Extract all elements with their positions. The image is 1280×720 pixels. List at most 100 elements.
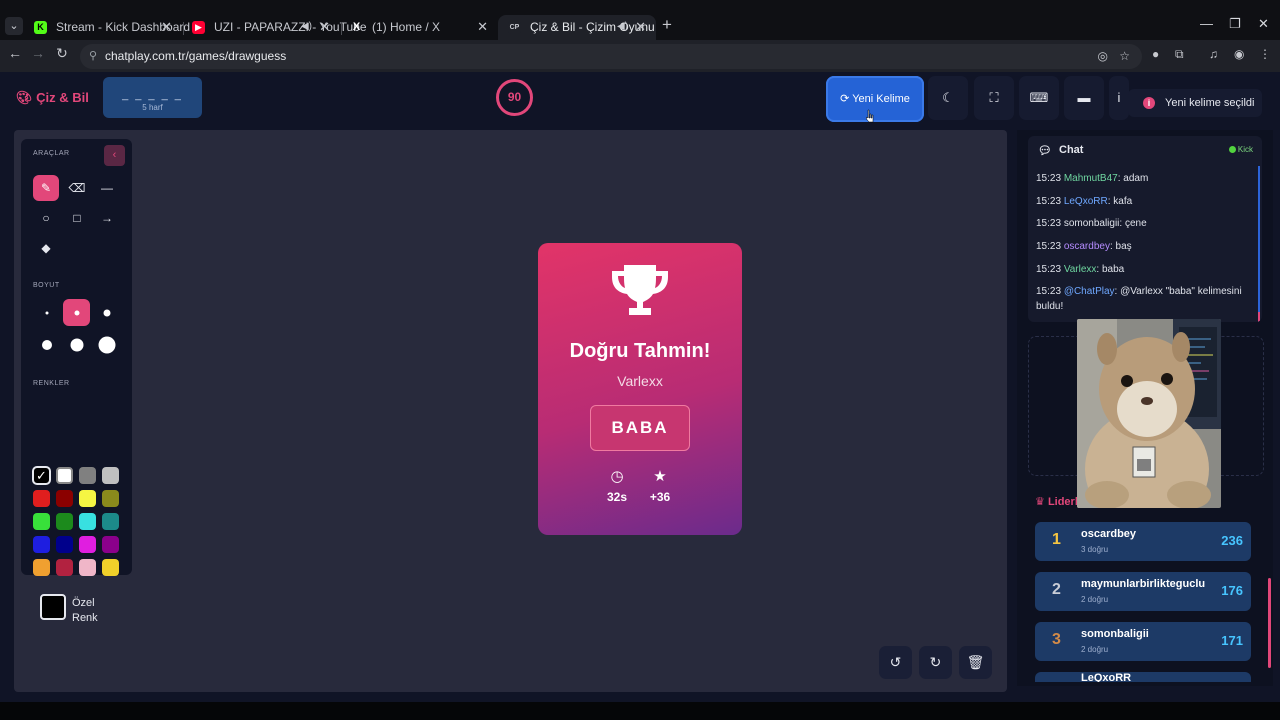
color-swatch[interactable] (33, 559, 50, 576)
profile-icon[interactable]: ◉ (1234, 47, 1244, 61)
tab-search-button[interactable]: ⌄ (5, 17, 23, 35)
points-stat: ★ +36 (640, 467, 680, 504)
size-option-6[interactable] (93, 331, 120, 358)
message-user[interactable]: LeQxoRR (1064, 196, 1108, 207)
line-tool[interactable]: — (94, 175, 120, 201)
color-swatch[interactable] (79, 490, 96, 507)
leader-correct-count: 2 doğru (1081, 595, 1109, 604)
trophy-icon (612, 265, 668, 315)
color-swatch[interactable] (79, 536, 96, 553)
tab-x[interactable]: X (1) Home / X ✕ (340, 15, 498, 40)
size-option-5[interactable] (63, 331, 90, 358)
message-user[interactable]: somonbaligii (1064, 218, 1120, 229)
color-swatch[interactable]: ✓ (32, 466, 51, 485)
eye-off-icon[interactable]: ◎ (1098, 49, 1108, 63)
audio-icon[interactable]: ◀) (301, 15, 312, 39)
window-close-button[interactable]: ✕ (1258, 16, 1269, 32)
message-user[interactable]: @ChatPlay (1064, 286, 1115, 297)
color-swatch[interactable] (102, 513, 119, 530)
expand-icon: ⛶ (989, 90, 999, 105)
message-text: : adam (1117, 173, 1149, 184)
tab-kick[interactable]: K Stream - Kick Dashboard ✕ (24, 15, 190, 40)
chat-scrollbar[interactable] (1258, 166, 1260, 322)
color-swatch[interactable] (33, 536, 50, 553)
message-user[interactable]: MahmutB47 (1064, 173, 1118, 184)
menu-kebab-icon[interactable]: ⋮ (1259, 47, 1271, 61)
color-swatch[interactable] (56, 559, 73, 576)
kick-icon: K (34, 21, 47, 34)
extensions-puzzle-icon[interactable]: ⧉ (1175, 47, 1184, 62)
size-option-4[interactable] (33, 331, 60, 358)
leader-correct-count: 3 doğru (1081, 545, 1109, 554)
undo-button[interactable]: ↺ (879, 646, 912, 679)
color-swatch[interactable] (102, 467, 119, 484)
points-value: +36 (649, 490, 671, 504)
color-swatch[interactable] (33, 513, 50, 530)
restore-button[interactable]: ❐ (1229, 16, 1241, 32)
tab-cizbil[interactable]: CP Çiz & Bil - Çizim Oyunu ◀) ✕ (498, 15, 656, 40)
drawing-canvas[interactable] (14, 130, 1007, 692)
color-swatch[interactable] (56, 467, 73, 484)
new-tab-button[interactable]: + (662, 15, 672, 35)
message-user[interactable]: Varlexx (1064, 264, 1097, 275)
leaderboard-entry[interactable]: 3 somonbaligii 2 doğru 171 (1035, 622, 1251, 661)
color-swatch[interactable] (56, 490, 73, 507)
new-word-button[interactable]: ⟳ Yeni Kelime (826, 76, 924, 122)
extension-icon[interactable]: ● (1152, 47, 1159, 61)
reload-button[interactable]: ↻ (52, 45, 72, 62)
fullscreen-button[interactable]: ⛶ (974, 76, 1014, 120)
color-swatch[interactable] (79, 559, 96, 576)
youtube-icon: ▶ (192, 21, 205, 34)
close-icon[interactable]: ✕ (477, 15, 488, 39)
color-swatch[interactable] (102, 490, 119, 507)
address-bar[interactable]: ⚲ chatplay.com.tr/games/drawguess ◎ ☆ (80, 44, 1142, 69)
eraser-tool[interactable]: ⌫ (64, 175, 90, 201)
leaderboard-entry[interactable]: LeQxoRR (1035, 672, 1251, 682)
bookmark-star-icon[interactable]: ☆ (1119, 49, 1130, 63)
minimize-button[interactable]: — (1200, 16, 1213, 31)
circle-tool[interactable]: ○ (33, 205, 59, 231)
tab-youtube[interactable]: ▶ UZI - PAPARAZZI - YouTube ◀) ✕ (182, 15, 367, 40)
color-swatch[interactable] (102, 559, 119, 576)
info-icon: i (1117, 90, 1121, 105)
info-button[interactable]: i (1109, 76, 1129, 120)
collapse-panel-button[interactable]: ‹ (104, 145, 125, 166)
redo-button[interactable]: ↻ (919, 646, 952, 679)
size-option-1[interactable] (33, 299, 60, 326)
color-swatch[interactable] (102, 536, 119, 553)
leaderboard-entry[interactable]: 1 oscardbey 3 doğru 236 (1035, 522, 1251, 561)
color-swatch[interactable] (79, 513, 96, 530)
color-swatch[interactable] (56, 513, 73, 530)
arrow-tool[interactable]: → (94, 205, 120, 231)
leaderboard-scrollbar[interactable] (1268, 578, 1271, 668)
size-option-2[interactable] (63, 299, 90, 326)
color-swatch[interactable] (56, 536, 73, 553)
close-icon[interactable]: ✕ (319, 15, 330, 39)
leader-points: 176 (1221, 583, 1243, 598)
dark-mode-button[interactable]: ☾ (928, 76, 968, 120)
navigation-bar: ← → ↻ ⚲ chatplay.com.tr/games/drawguess … (0, 40, 1280, 72)
size-option-3[interactable] (93, 299, 120, 326)
archive-button[interactable]: ▬ (1064, 76, 1104, 120)
rectangle-tool[interactable]: □ (64, 205, 90, 231)
audio-icon[interactable]: ◀) (617, 15, 628, 39)
fill-tool[interactable]: ◆ (33, 235, 59, 261)
leader-rank: 2 (1052, 581, 1061, 598)
site-info-icon[interactable]: ⚲ (89, 49, 97, 62)
leader-rank: 3 (1052, 631, 1061, 648)
color-swatch[interactable] (33, 490, 50, 507)
close-icon[interactable]: ✕ (635, 15, 646, 39)
app-logo[interactable]: 🎨︎ Çiz & Bil (16, 90, 89, 106)
time-value: 32s (606, 490, 628, 504)
close-icon[interactable]: ✕ (161, 15, 172, 39)
back-button[interactable]: ← (5, 45, 25, 61)
brush-tool[interactable]: ✎ (33, 175, 59, 201)
media-control-icon[interactable]: ♫ (1209, 47, 1218, 61)
leaderboard-entry[interactable]: 2 maymunlarbirlikteguclu 2 doğru 176 (1035, 572, 1251, 611)
clear-canvas-button[interactable]: 🗑︎ (959, 646, 992, 679)
forward-button[interactable]: → (28, 45, 48, 61)
keyboard-button[interactable]: ⌨ (1019, 76, 1059, 120)
message-user[interactable]: oscardbey (1064, 241, 1110, 252)
color-swatch[interactable] (79, 467, 96, 484)
size-label: BOYUT (33, 282, 60, 289)
